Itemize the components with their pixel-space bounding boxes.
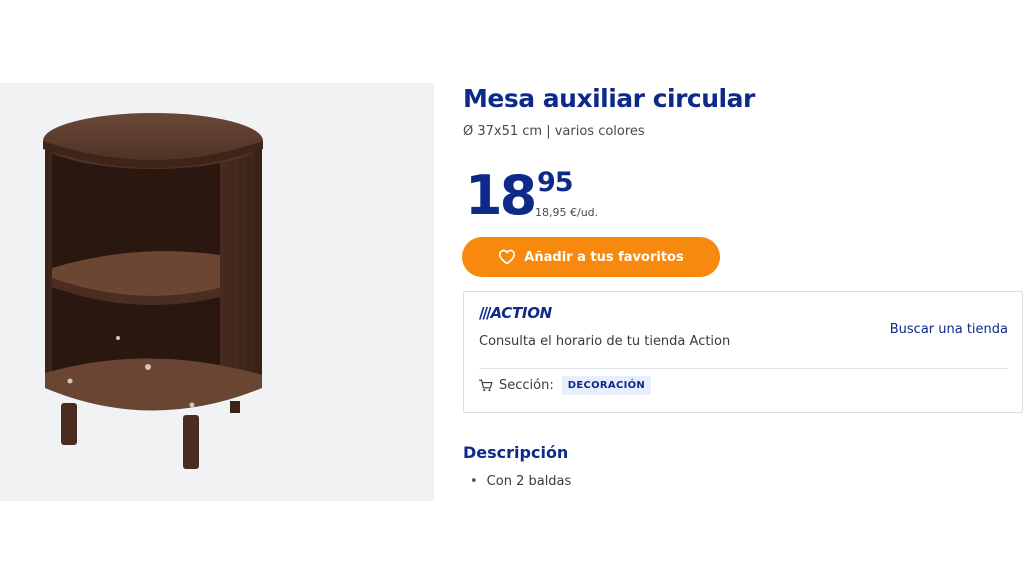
price-per-unit: 18,95 €/ud. <box>535 206 599 219</box>
store-divider <box>479 368 1008 369</box>
section-row: Sección: DECORACIÓN <box>479 376 652 395</box>
store-info-box: /// ACTION Consulta el horario de tu tie… <box>463 291 1023 413</box>
heart-icon <box>498 249 516 265</box>
add-to-favorites-label: Añadir a tus favoritos <box>524 249 684 265</box>
action-logo: /// ACTION <box>479 304 552 322</box>
product-image <box>43 113 263 469</box>
description-item: Con 2 baldas <box>470 474 572 489</box>
section-badge[interactable]: DECORACIÓN <box>561 376 652 395</box>
product-title: Mesa auxiliar circular <box>463 84 755 113</box>
action-logo-text: ACTION <box>490 304 552 322</box>
find-store-link[interactable]: Buscar una tienda <box>890 322 1008 337</box>
cart-icon <box>479 379 493 392</box>
description-heading: Descripción <box>463 443 569 462</box>
price-decimals: 95 <box>537 167 574 198</box>
action-logo-stripes: /// <box>479 304 492 322</box>
price-integer: 18 <box>465 164 537 227</box>
price-block: 18 95 18,95 €/ud. <box>463 164 663 228</box>
section-label: Sección: <box>499 378 554 393</box>
description-list: Con 2 baldas <box>470 474 572 489</box>
product-subtitle: Ø 37x51 cm | varios colores <box>463 124 645 139</box>
product-image-panel <box>0 83 434 501</box>
store-schedule-text: Consulta el horario de tu tienda Action <box>479 334 731 349</box>
add-to-favorites-button[interactable]: Añadir a tus favoritos <box>462 237 720 277</box>
